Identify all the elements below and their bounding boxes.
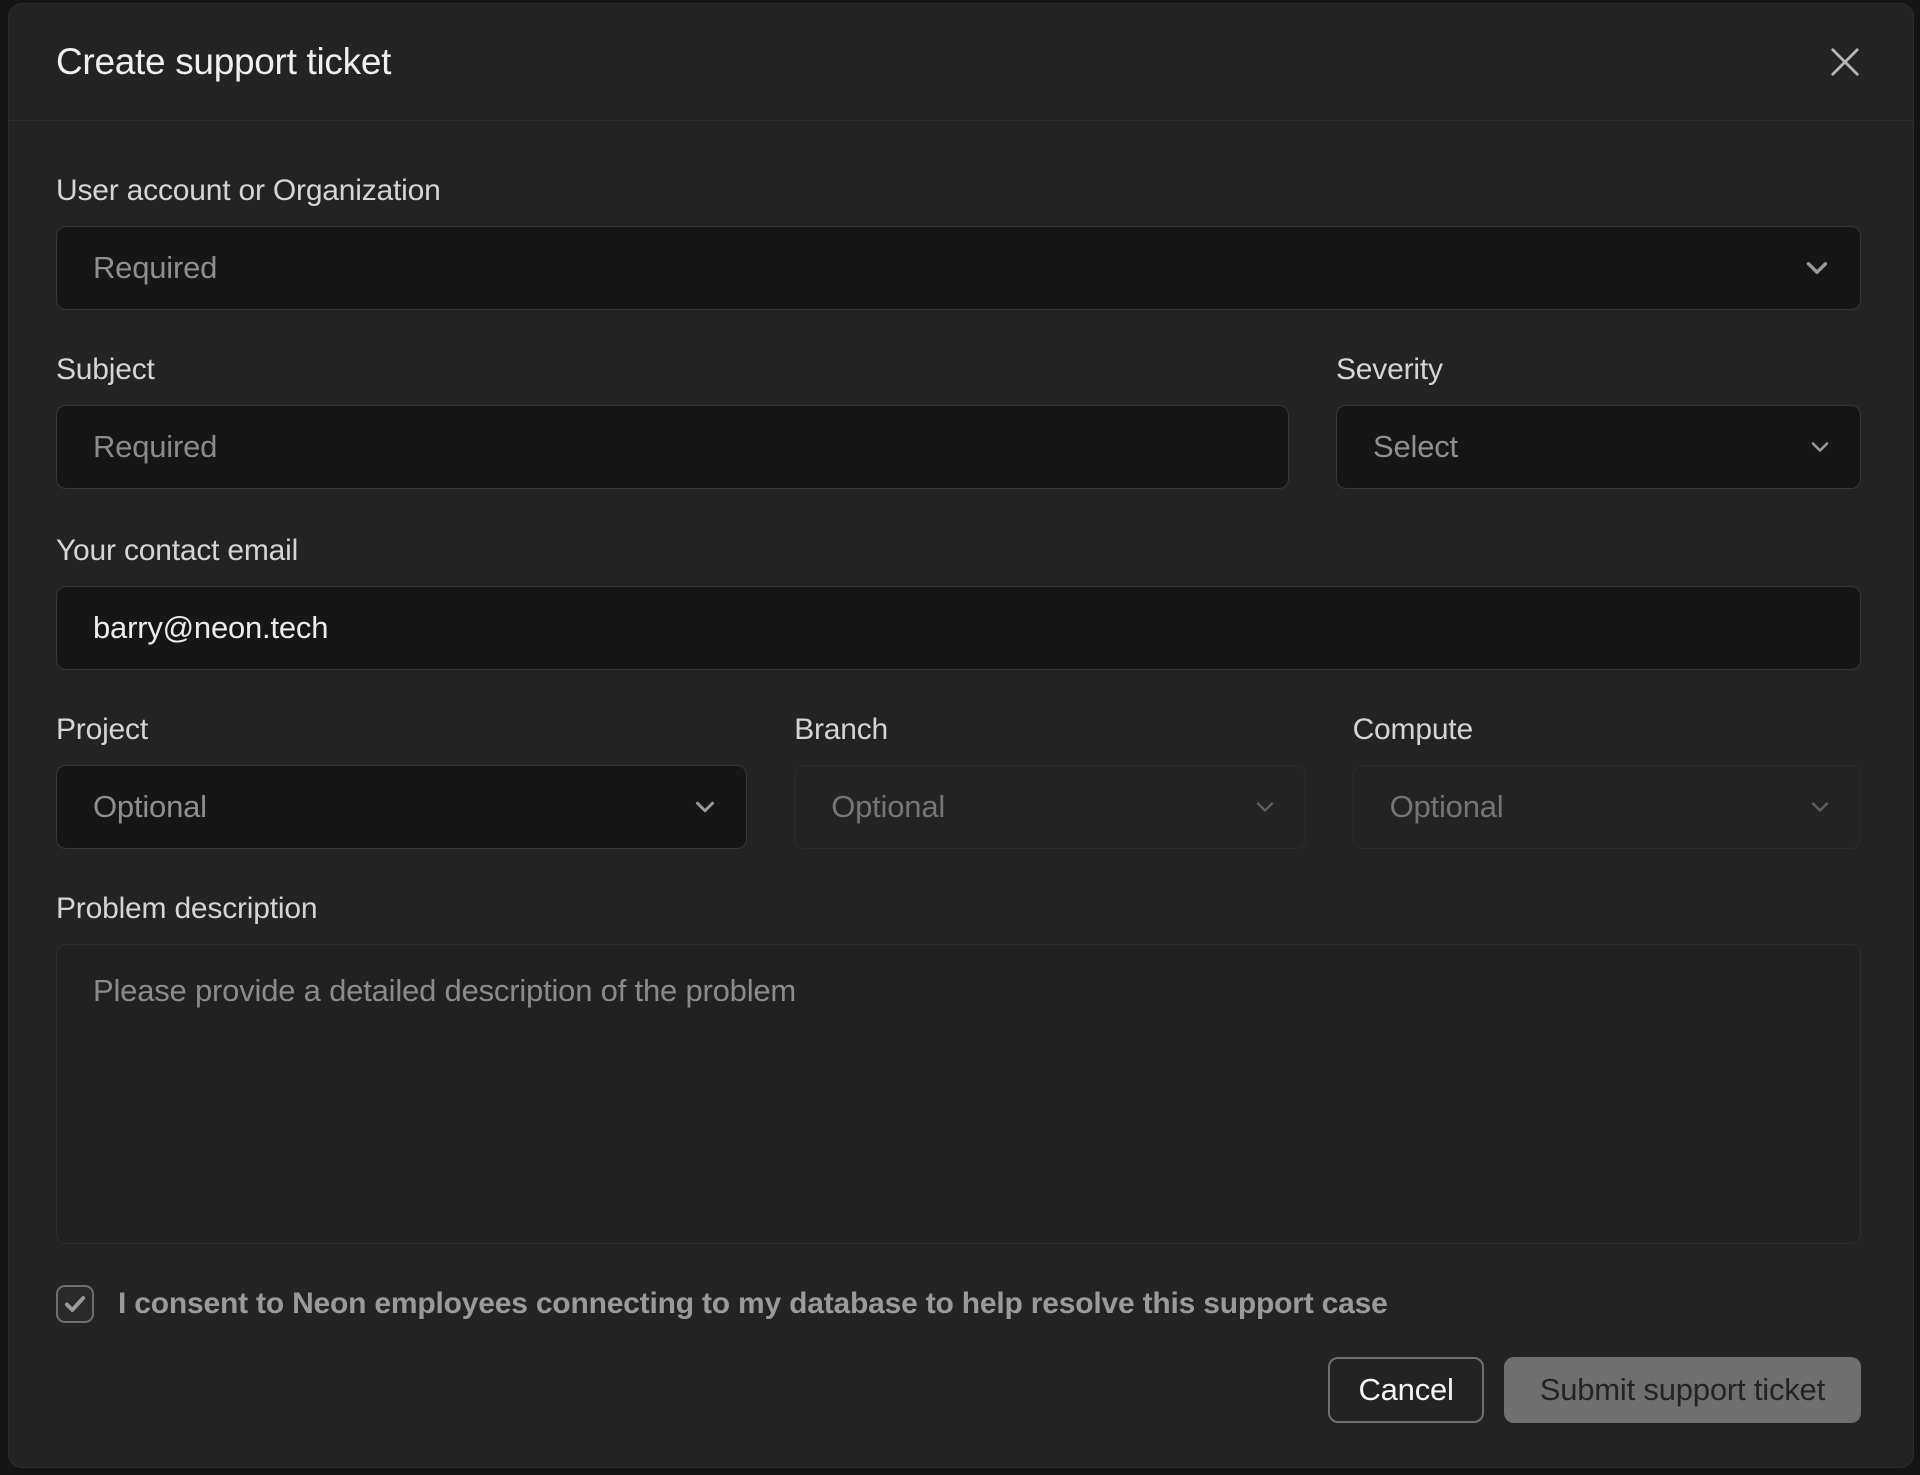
cancel-button[interactable]: Cancel	[1328, 1357, 1483, 1423]
chevron-down-icon	[1806, 433, 1834, 461]
project-field-group: Project Optional	[56, 712, 747, 849]
branch-select: Optional	[794, 765, 1305, 849]
severity-field-group: Severity Select	[1336, 352, 1861, 489]
compute-label: Compute	[1353, 712, 1861, 747]
compute-select-value: Optional	[1390, 789, 1504, 825]
project-select[interactable]: Optional	[56, 765, 747, 849]
project-select-value: Optional	[93, 789, 207, 825]
consent-checkbox[interactable]	[56, 1285, 94, 1323]
description-field-group: Problem description	[56, 891, 1861, 1249]
close-icon	[1824, 41, 1866, 83]
account-field-group: User account or Organization Required	[56, 173, 1861, 310]
dialog-footer: Cancel Submit support ticket	[56, 1357, 1861, 1423]
branch-label: Branch	[794, 712, 1305, 747]
chevron-down-icon	[1800, 251, 1834, 285]
subject-label: Subject	[56, 352, 1289, 387]
chevron-down-icon	[690, 792, 720, 822]
ticket-form: User account or Organization Required Su…	[9, 121, 1913, 1467]
account-select[interactable]: Required	[56, 226, 1861, 310]
project-branch-compute-row: Project Optional Branch Optional	[56, 712, 1861, 849]
checkmark-icon	[62, 1291, 88, 1317]
compute-select: Optional	[1353, 765, 1861, 849]
subject-input[interactable]	[56, 405, 1289, 489]
create-support-ticket-dialog: Create support ticket User account or Or…	[8, 3, 1914, 1468]
subject-severity-row: Subject Severity Select	[56, 352, 1861, 489]
branch-field-group: Branch Optional	[794, 712, 1305, 849]
severity-select[interactable]: Select	[1336, 405, 1861, 489]
chevron-down-icon	[1806, 793, 1834, 821]
submit-support-ticket-button[interactable]: Submit support ticket	[1504, 1357, 1861, 1423]
email-input[interactable]	[56, 586, 1861, 670]
description-textarea[interactable]	[56, 944, 1861, 1244]
severity-label: Severity	[1336, 352, 1861, 387]
subject-field-group: Subject	[56, 352, 1289, 489]
project-label: Project	[56, 712, 747, 747]
chevron-down-icon	[1251, 793, 1279, 821]
compute-field-group: Compute Optional	[1353, 712, 1861, 849]
branch-select-value: Optional	[831, 789, 945, 825]
email-field-group: Your contact email	[56, 533, 1861, 670]
email-label: Your contact email	[56, 533, 1861, 568]
consent-label: I consent to Neon employees connecting t…	[118, 1287, 1388, 1321]
dialog-header: Create support ticket	[9, 4, 1913, 121]
dialog-title: Create support ticket	[56, 41, 391, 83]
account-label: User account or Organization	[56, 173, 1861, 208]
consent-row[interactable]: I consent to Neon employees connecting t…	[56, 1285, 1861, 1323]
close-button[interactable]	[1817, 34, 1873, 90]
severity-select-value: Select	[1373, 429, 1458, 465]
account-select-value: Required	[93, 250, 217, 286]
description-label: Problem description	[56, 891, 1861, 926]
